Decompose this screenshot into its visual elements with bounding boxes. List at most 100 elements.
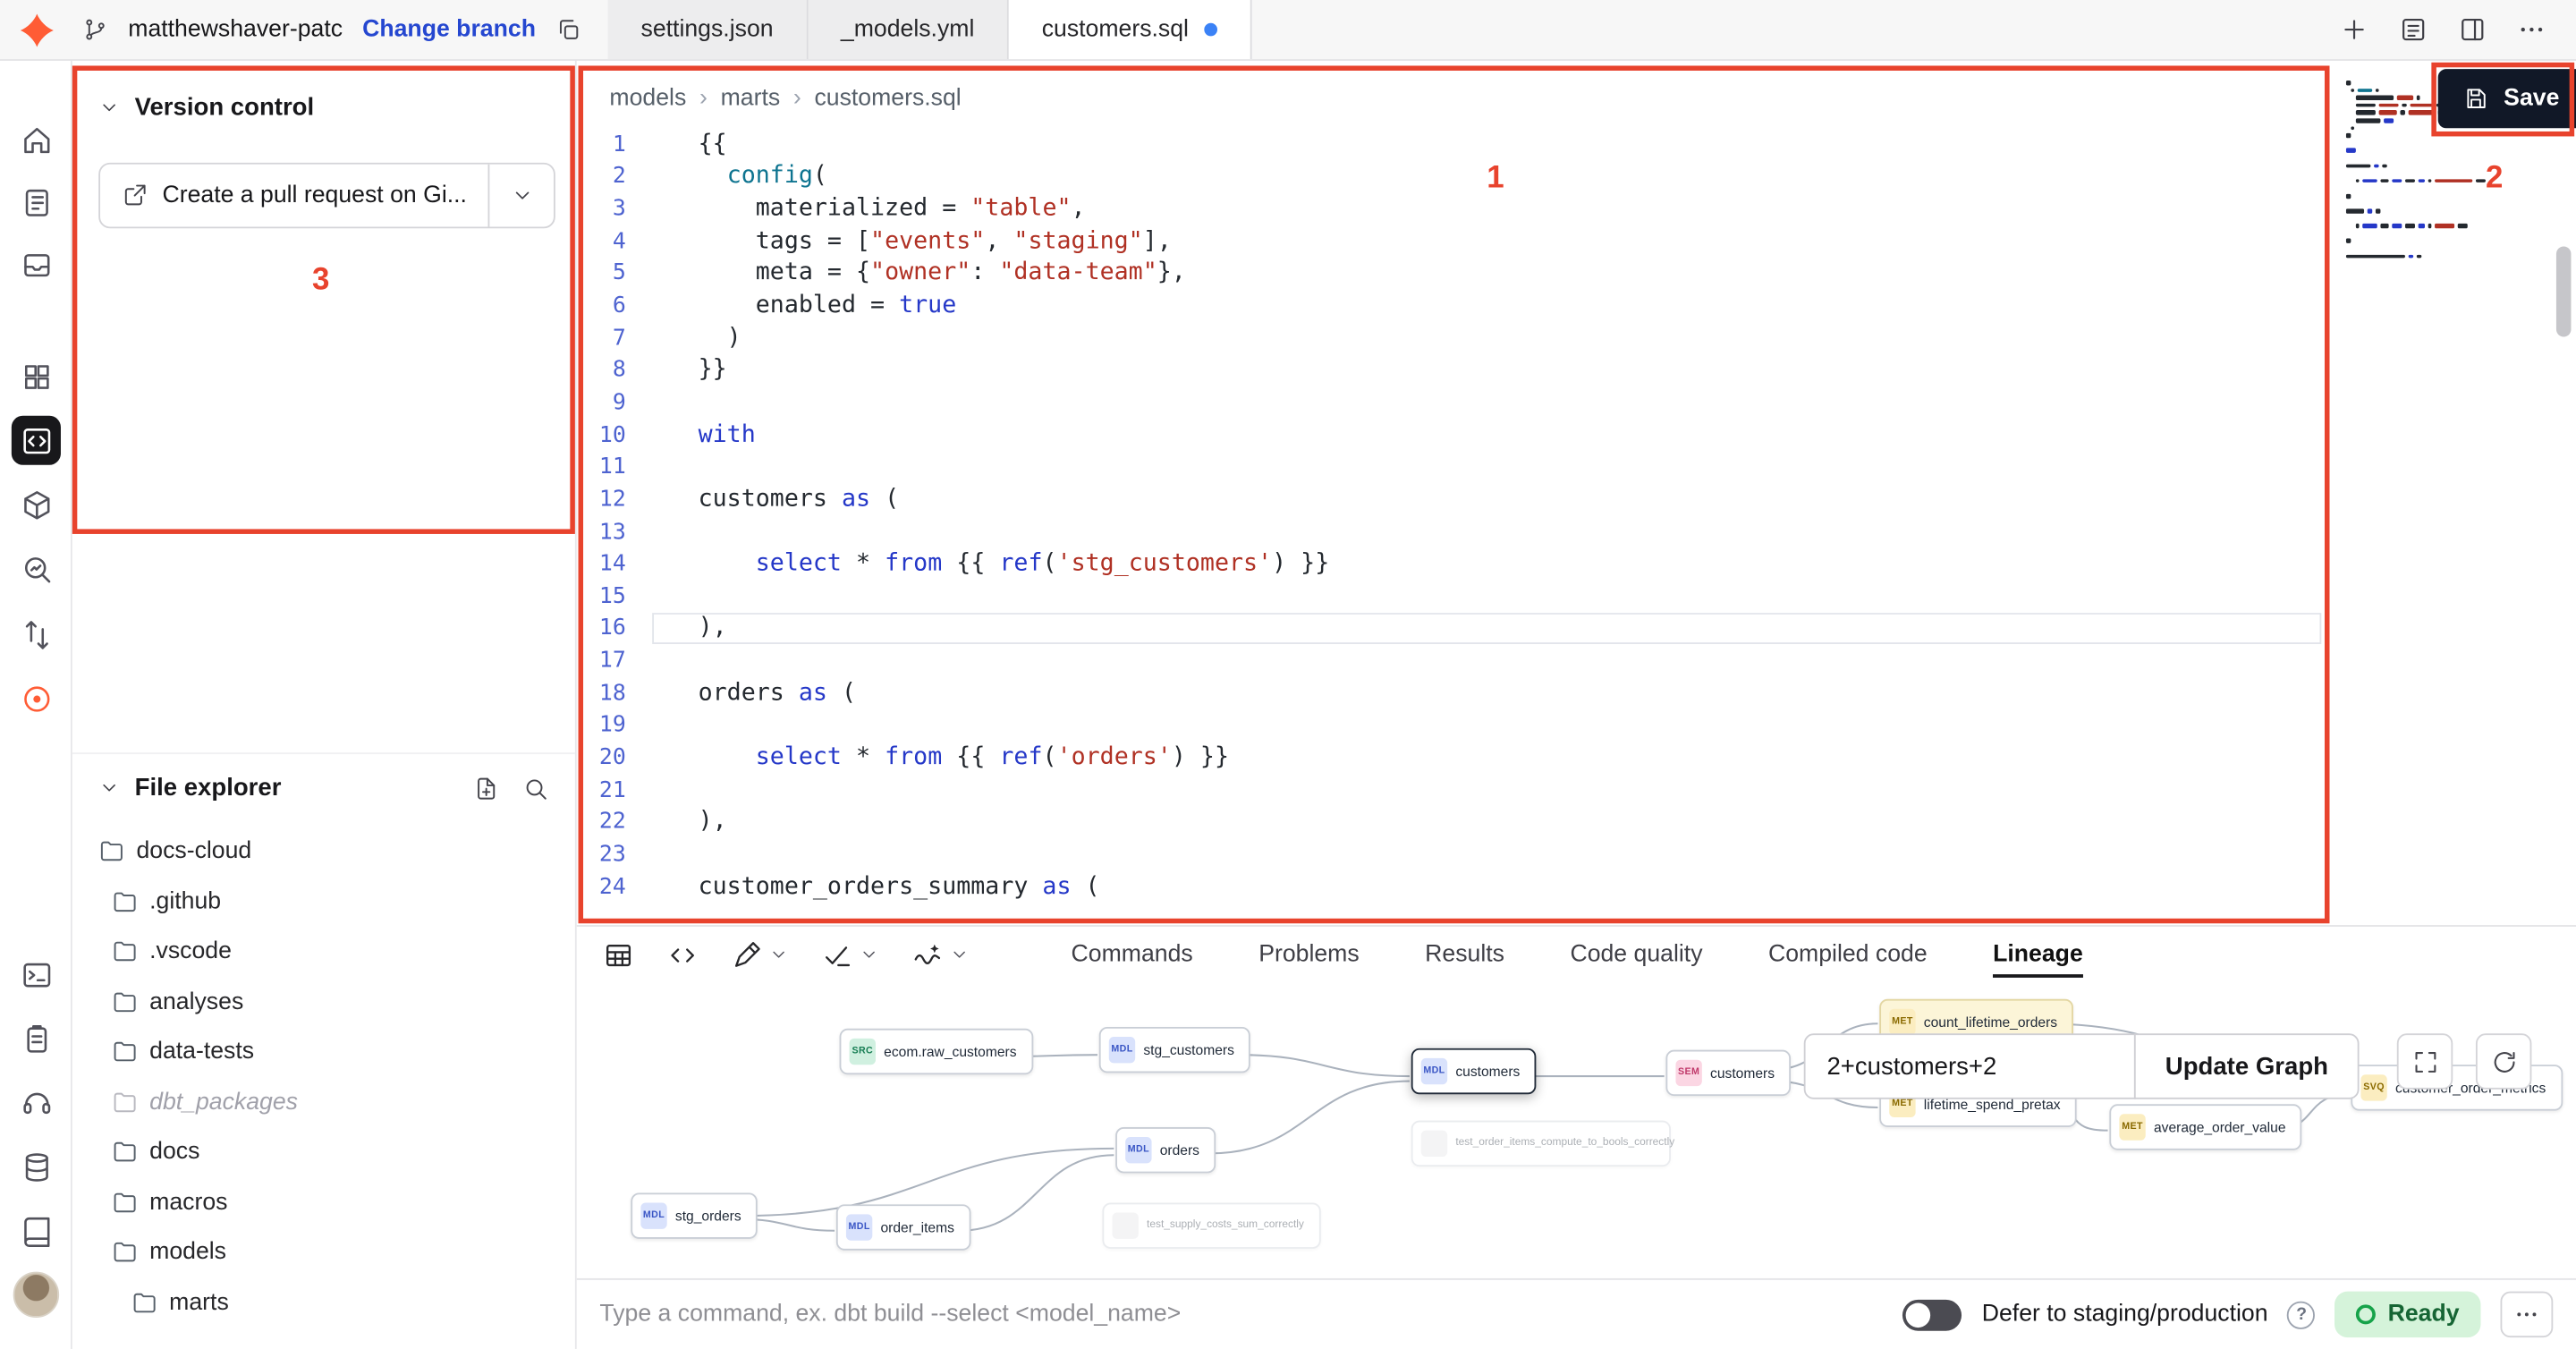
code-line[interactable]: 13 xyxy=(577,515,2342,547)
lineage-node-customers[interactable]: SEMcustomers xyxy=(1665,1050,1791,1096)
code-line[interactable]: 18orders as ( xyxy=(577,677,2342,709)
new-tab-icon[interactable] xyxy=(2333,8,2376,51)
fullscreen-button[interactable] xyxy=(2397,1033,2453,1089)
code-line[interactable]: 5 meta = {"owner": "data-team"}, xyxy=(577,258,2342,290)
code-editor[interactable]: models›marts›customers.sql 1{{2 config(3… xyxy=(577,61,2342,925)
database-icon[interactable] xyxy=(12,1142,61,1192)
lineage-node-orders[interactable]: MDLorders xyxy=(1115,1127,1216,1173)
lineage-node-test-supply-costs-sum-correctly[interactable]: test_supply_costs_sum_correctly xyxy=(1102,1202,1320,1248)
tab-_models.yml[interactable]: _models.yml xyxy=(808,0,1009,59)
code-view-icon[interactable] xyxy=(667,939,699,971)
clipboard-icon[interactable] xyxy=(12,1014,61,1063)
results-table-icon[interactable] xyxy=(603,939,634,971)
panel-tab-results[interactable]: Results xyxy=(1425,931,1504,977)
file-tree-item-docs-cloud[interactable]: docs-cloud xyxy=(72,827,575,877)
panel-tab-commands[interactable]: Commands xyxy=(1072,931,1193,977)
docs-icon[interactable] xyxy=(12,1206,61,1255)
avatar[interactable] xyxy=(13,1272,59,1318)
file-tree-item-dbt_packages[interactable]: dbt_packages xyxy=(72,1077,575,1127)
dbt-logo-icon[interactable] xyxy=(0,0,72,59)
panel-tab-code-quality[interactable]: Code quality xyxy=(1570,931,1702,977)
code-line[interactable]: 3 materialized = "table", xyxy=(577,192,2342,225)
code-line[interactable]: 9 xyxy=(577,386,2342,419)
notebook-list-icon[interactable] xyxy=(2392,8,2435,51)
command-input[interactable]: Type a command, ex. dbt build --select <… xyxy=(599,1302,1883,1328)
code-line[interactable]: 16), xyxy=(577,612,2342,644)
status-badge[interactable]: Ready xyxy=(2335,1292,2481,1337)
package-icon[interactable] xyxy=(12,479,61,529)
lineage-node-ecom-raw-customers[interactable]: SRCecom.raw_customers xyxy=(840,1029,1033,1074)
tab-customers.sql[interactable]: customers.sql xyxy=(1009,0,1251,59)
update-graph-button[interactable]: Update Graph xyxy=(2134,1033,2360,1099)
more-options-button[interactable] xyxy=(2501,1292,2554,1337)
version-control-header[interactable]: Version control xyxy=(72,94,575,122)
home-icon[interactable] xyxy=(12,115,61,165)
file-tree-item-marts[interactable]: marts xyxy=(72,1277,575,1328)
code-line[interactable]: 10with xyxy=(577,419,2342,451)
new-file-icon[interactable] xyxy=(473,775,499,801)
breadcrumb-item[interactable]: customers.sql xyxy=(814,86,961,112)
panel-tab-compiled-code[interactable]: Compiled code xyxy=(1768,931,1928,977)
code-line[interactable]: 11 xyxy=(577,451,2342,483)
lineage-node-stg-orders[interactable]: MDLstg_orders xyxy=(631,1192,758,1238)
change-branch-link[interactable]: Change branch xyxy=(362,16,536,42)
lineage-selector-input[interactable] xyxy=(1804,1033,2136,1099)
tab-settings.json[interactable]: settings.json xyxy=(608,0,808,59)
scrollbar-thumb[interactable] xyxy=(2556,247,2572,337)
create-pr-button[interactable]: Create a pull request on Gi... xyxy=(100,165,487,227)
code-line[interactable]: 7 ) xyxy=(577,322,2342,354)
file-explorer-header[interactable]: File explorer xyxy=(72,774,575,802)
dbt-orange-icon[interactable] xyxy=(12,674,61,723)
code-line[interactable]: 17 xyxy=(577,644,2342,676)
lineage-canvas[interactable]: SRCecom.raw_customers MDLstg_customers MDL… xyxy=(577,982,2576,1279)
file-tree-item-analyses[interactable]: analyses xyxy=(72,977,575,1027)
file-tree-item-models[interactable]: models xyxy=(72,1227,575,1277)
lineage-node-average-order-value[interactable]: METaverage_order_value xyxy=(2109,1104,2302,1150)
storage-icon[interactable] xyxy=(12,240,61,289)
create-pr-caret-button[interactable] xyxy=(488,165,554,227)
panel-tab-problems[interactable]: Problems xyxy=(1258,931,1359,977)
lineage-node-stg-customers[interactable]: MDLstg_customers xyxy=(1099,1027,1250,1073)
breadcrumb-item[interactable]: marts xyxy=(721,86,781,112)
code-line[interactable]: 15 xyxy=(577,580,2342,612)
code-line[interactable]: 2 config( xyxy=(577,160,2342,192)
lineage-node-customers[interactable]: MDLcustomers xyxy=(1411,1048,1537,1094)
code-line[interactable]: 23 xyxy=(577,838,2342,870)
fix-menu[interactable] xyxy=(911,939,969,971)
help-icon[interactable]: ? xyxy=(2288,1301,2316,1328)
code-line[interactable]: 19 xyxy=(577,709,2342,742)
code-line[interactable]: 8}} xyxy=(577,354,2342,386)
compare-icon[interactable] xyxy=(12,609,61,658)
ellipsis-icon[interactable] xyxy=(2511,8,2554,51)
file-tree-item-docs[interactable]: docs xyxy=(72,1127,575,1177)
code-line[interactable]: 1{{ xyxy=(577,128,2342,160)
lint-menu[interactable] xyxy=(821,939,878,971)
file-tree-item-data-tests[interactable]: data-tests xyxy=(72,1027,575,1077)
apps-grid-icon[interactable] xyxy=(12,352,61,401)
code-line[interactable]: 14 select * from {{ ref('stg_customers')… xyxy=(577,547,2342,580)
notebook-icon[interactable] xyxy=(12,177,61,226)
lineage-node-test-order-items-compute-to-bools-correctly[interactable]: test_order_items_compute_to_bools_correc… xyxy=(1411,1121,1671,1167)
file-tree-item-macros[interactable]: macros xyxy=(72,1177,575,1227)
panel-tab-lineage[interactable]: Lineage xyxy=(1993,931,2083,977)
query-insights-icon[interactable] xyxy=(12,544,61,593)
code-line[interactable]: 22), xyxy=(577,806,2342,838)
refresh-button[interactable] xyxy=(2476,1033,2531,1089)
code-line[interactable]: 20 select * from {{ ref('orders') }} xyxy=(577,742,2342,774)
save-button[interactable]: Save xyxy=(2438,69,2576,128)
defer-toggle[interactable] xyxy=(1903,1299,1962,1330)
code-line[interactable]: 21 xyxy=(577,774,2342,806)
code-line[interactable]: 24customer_orders_summary as ( xyxy=(577,870,2342,903)
branch-name[interactable]: matthewshaver-patc xyxy=(128,16,343,42)
build-menu[interactable] xyxy=(731,939,788,971)
code-line[interactable]: 4 tags = ["events", "staging"], xyxy=(577,225,2342,257)
lineage-node-order-items[interactable]: MDLorder_items xyxy=(836,1204,970,1250)
code-line[interactable]: 12customers as ( xyxy=(577,483,2342,515)
file-tree-item-.vscode[interactable]: .vscode xyxy=(72,927,575,977)
code-line[interactable]: 6 enabled = true xyxy=(577,290,2342,322)
support-icon[interactable] xyxy=(12,1078,61,1127)
copy-branch-icon[interactable] xyxy=(555,16,581,42)
breadcrumb-item[interactable]: models xyxy=(609,86,686,112)
search-files-icon[interactable] xyxy=(522,775,548,801)
split-panel-icon[interactable] xyxy=(2451,8,2494,51)
